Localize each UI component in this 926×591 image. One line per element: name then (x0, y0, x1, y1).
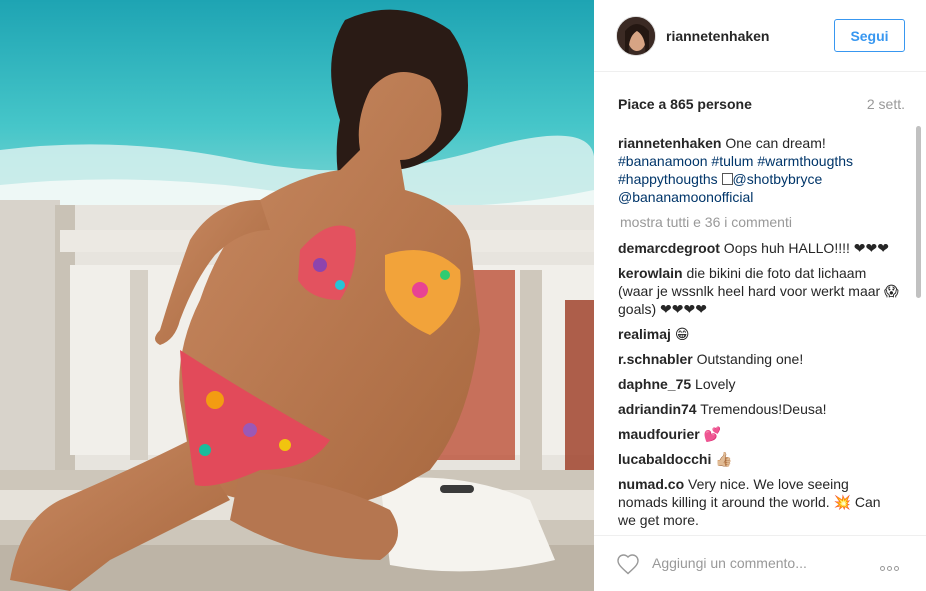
glyph-box-icon (721, 173, 733, 185)
comment-text: Oops huh HALLO!!!! ❤❤❤ (719, 240, 889, 256)
comment-author[interactable]: numad.co (618, 476, 684, 492)
dot-icon (894, 566, 899, 571)
comment-item: kerowlain die bikini die foto dat lichaa… (618, 264, 902, 318)
likes-row: Piace a 865 persone 2 sett. (618, 96, 905, 114)
comment-author[interactable]: daphne_75 (618, 376, 691, 392)
scrollbar-thumb[interactable] (916, 126, 921, 298)
post-photo[interactable] (0, 0, 594, 591)
post-header: riannetenhaken Segui (594, 0, 926, 72)
comment-author[interactable]: kerowlain (618, 265, 683, 281)
comment-text: Tremendous!Deusa! (696, 401, 827, 417)
comments-list[interactable]: riannetenhaken One can dream! #bananamoo… (618, 134, 902, 530)
comment-item: maudfourier 💕 (618, 425, 902, 443)
caption-text: One can dream! (721, 135, 826, 151)
comment-item: daphne_75 Lovely (618, 375, 902, 393)
comment-item: realimaj 😁 (618, 325, 902, 343)
comment-item: numad.co Very nice. We love seeing nomad… (618, 475, 902, 529)
photo-illustration (0, 0, 594, 591)
post-sidebar: riannetenhaken Segui Piace a 865 persone… (594, 0, 926, 591)
more-options-icon[interactable] (880, 558, 906, 571)
comment-author[interactable]: lucabaldocchi (618, 451, 711, 467)
comment-text: 😁 (670, 326, 690, 342)
view-all-comments-link[interactable]: mostra tutti e 36 i commenti (620, 213, 902, 231)
follow-button[interactable]: Segui (834, 19, 905, 52)
post-age[interactable]: 2 sett. (867, 96, 905, 112)
comment-text: 💕 (699, 426, 722, 442)
caption-tags-line1[interactable]: #bananamoon #tulum #warmthougths (618, 153, 853, 169)
comments-scrollbar[interactable] (914, 126, 922, 530)
caption-mention-photographer[interactable]: @shotbybryce (733, 171, 823, 187)
comment-item: adriandin74 Tremendous!Deusa! (618, 400, 902, 418)
comment-author[interactable]: r.schnabler (618, 351, 693, 367)
likes-count[interactable]: Piace a 865 persone (618, 96, 752, 112)
post-caption: riannetenhaken One can dream! #bananamoo… (618, 134, 902, 206)
avatar-image (617, 17, 655, 55)
caption-mention-brand[interactable]: @bananamoonofficial (618, 189, 753, 205)
heart-icon[interactable] (616, 553, 640, 575)
comment-author[interactable]: adriandin74 (618, 401, 697, 417)
comment-author[interactable]: demarcdegroot (618, 240, 720, 256)
avatar[interactable] (616, 16, 656, 56)
dot-icon (887, 566, 892, 571)
comment-text: Outstanding one! (692, 351, 804, 367)
dot-icon (880, 566, 885, 571)
comment-item: demarcdegroot Oops huh HALLO!!!! ❤❤❤ (618, 239, 902, 257)
comment-author[interactable]: maudfourier (618, 426, 700, 442)
comment-item: r.schnabler Outstanding one! (618, 350, 902, 368)
caption-tags-line2[interactable]: #happythougths (618, 171, 718, 187)
comment-text: 👍🏼 (711, 451, 733, 467)
caption-author[interactable]: riannetenhaken (618, 135, 721, 151)
comment-input[interactable] (652, 552, 852, 574)
comment-author[interactable]: realimaj (618, 326, 671, 342)
header-username[interactable]: riannetenhaken (666, 28, 769, 44)
post-footer (594, 535, 926, 591)
comment-text: Lovely (691, 376, 736, 392)
comment-item: lucabaldocchi 👍🏼 (618, 450, 902, 468)
